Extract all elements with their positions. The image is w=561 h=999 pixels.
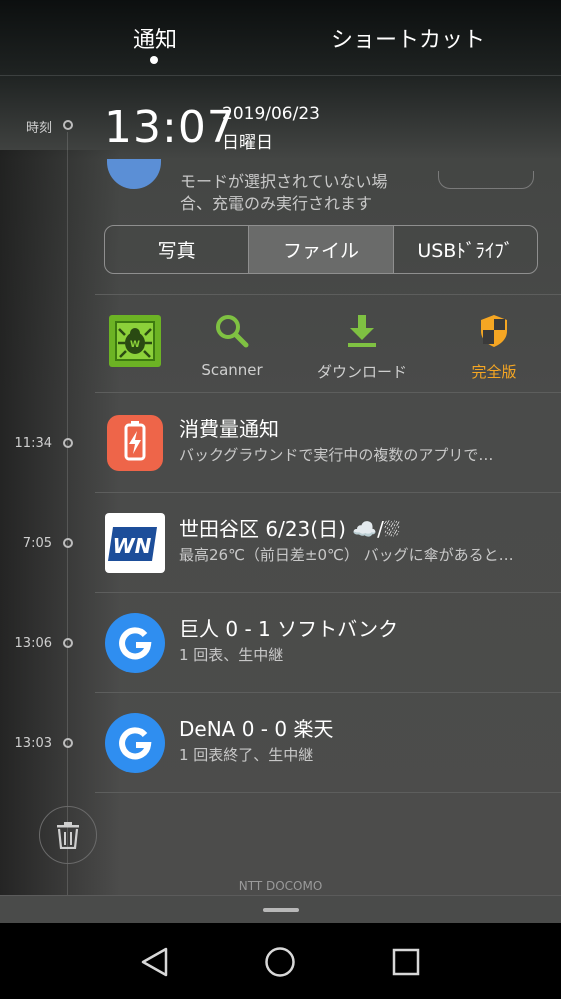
- notification-title: 消費量通知: [179, 417, 279, 441]
- recents-button[interactable]: [389, 945, 423, 979]
- download-button[interactable]: ダウンロード: [307, 311, 417, 382]
- google-icon: [105, 713, 165, 773]
- timeline-label: 7:05: [22, 536, 52, 551]
- tab-shortcuts[interactable]: ショートカット: [331, 22, 485, 54]
- timeline-dot: [63, 738, 73, 748]
- drag-handle-bar[interactable]: [0, 895, 561, 923]
- timeline-label-time: 時刻: [25, 121, 52, 136]
- usb-mode-selector: 写真 ファイル USBﾄﾞﾗｲﾌﾞ: [104, 225, 538, 274]
- scanner-label: Scanner: [201, 361, 263, 379]
- notification-body: 1 回表終了、生中継: [179, 746, 314, 764]
- usb-mode-file[interactable]: ファイル: [249, 226, 394, 273]
- download-label: ダウンロード: [316, 363, 407, 381]
- download-icon: [348, 315, 376, 347]
- timeline-dot: [63, 638, 73, 648]
- usb-icon: [107, 159, 161, 189]
- home-button[interactable]: [263, 945, 297, 979]
- shield-icon: [481, 315, 507, 347]
- notification-title: DeNA 0 - 0 楽天: [179, 717, 334, 741]
- svg-text:W: W: [130, 340, 140, 350]
- notification-title: 世田谷区 6/23(日) ☁️/⛆: [179, 517, 400, 541]
- weathernews-icon: WN: [105, 513, 165, 573]
- usb-description: モードが選択されていない場 合、充電のみ実行されます: [180, 171, 388, 215]
- usb-text-line1: モードが選択されていない場: [180, 172, 388, 191]
- notification-title: 巨人 0 - 1 ソフトバンク: [179, 617, 399, 641]
- notification-body: 最高26℃（前日差±0℃） バッグに傘があると…: [179, 546, 514, 564]
- home-icon: [265, 947, 295, 977]
- tab-notifications[interactable]: 通知: [133, 22, 177, 54]
- carrier-name: NTT DOCOMO: [238, 879, 323, 893]
- back-icon: [141, 947, 168, 977]
- timeline-label: 13:06: [14, 636, 52, 651]
- back-button[interactable]: [138, 945, 172, 979]
- drweb-notification: W Scanner ダウンロード 完全版: [95, 295, 561, 393]
- usb-mode-drive[interactable]: USBﾄﾞﾗｲﾌﾞ: [394, 226, 537, 273]
- timeline-dot: [63, 438, 73, 448]
- current-date: 2019/06/23: [222, 104, 320, 124]
- timeline-dot: [63, 120, 73, 130]
- notification-item[interactable]: DeNA 0 - 0 楽天 1 回表終了、生中継: [95, 693, 561, 793]
- google-icon: [105, 613, 165, 673]
- timeline-dot: [63, 538, 73, 548]
- svg-text:WN: WN: [113, 534, 152, 558]
- drweb-logo-icon[interactable]: W: [109, 315, 161, 367]
- timeline-line: [67, 132, 68, 897]
- clear-all-button[interactable]: [39, 806, 97, 864]
- usb-notification: モードが選択されていない場 合、充電のみ実行されます 写真 ファイル USBﾄﾞ…: [95, 159, 561, 295]
- usb-mode-photo[interactable]: 写真: [105, 226, 250, 273]
- notification-body: 1 回表、生中継: [179, 646, 284, 664]
- battery-alert-icon: [105, 413, 165, 473]
- notification-body: バックグラウンドで実行中の複数のアプリで…: [179, 446, 494, 464]
- scanner-button[interactable]: Scanner: [177, 311, 287, 379]
- notification-item[interactable]: 巨人 0 - 1 ソフトバンク 1 回表、生中継: [95, 593, 561, 693]
- full-version-button[interactable]: 完全版: [439, 311, 549, 382]
- current-weekday: 日曜日: [222, 133, 273, 153]
- tab-bar: 通知 ショートカット: [0, 0, 561, 76]
- current-time: 13:07: [104, 102, 236, 153]
- usb-text-line2: 合、充電のみ実行されます: [180, 194, 373, 213]
- notification-item[interactable]: 消費量通知 バックグラウンドで実行中の複数のアプリで…: [95, 393, 561, 493]
- notification-item[interactable]: WN 世田谷区 6/23(日) ☁️/⛆ 最高26℃（前日差±0℃） バッグに傘…: [95, 493, 561, 593]
- active-tab-indicator: [150, 56, 158, 64]
- recents-icon: [392, 948, 420, 976]
- trash-icon: [57, 822, 79, 849]
- navigation-bar: [0, 923, 561, 999]
- search-icon: [216, 315, 249, 348]
- usb-toggle[interactable]: [438, 171, 534, 189]
- full-version-label: 完全版: [471, 363, 517, 381]
- timeline-label: 13:03: [14, 736, 52, 751]
- timeline-label: 11:34: [14, 436, 52, 451]
- drag-handle[interactable]: [263, 908, 299, 912]
